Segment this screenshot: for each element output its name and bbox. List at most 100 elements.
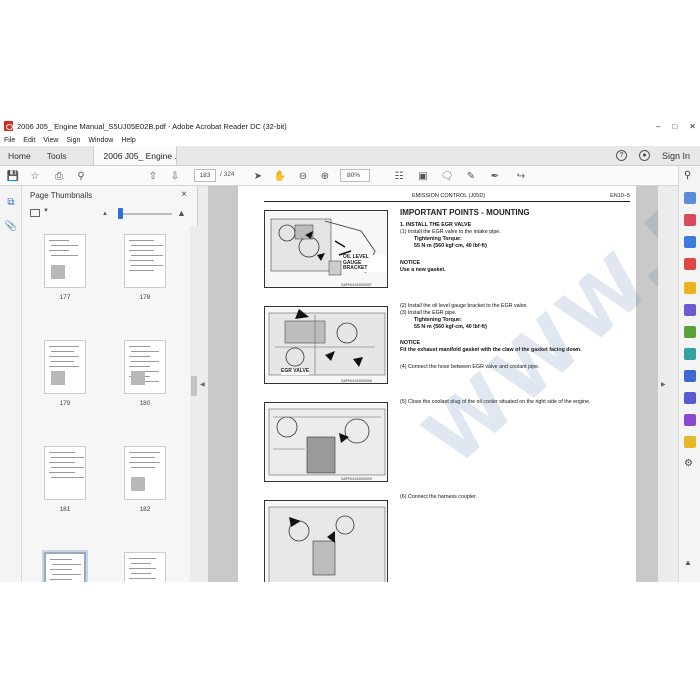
zoom-level-input[interactable]: 80% xyxy=(340,169,370,182)
page-thumbnail[interactable] xyxy=(124,446,166,500)
page-thumbnail[interactable] xyxy=(44,340,86,394)
more-tools-icon[interactable]: ⚙ xyxy=(684,458,696,470)
fit-page-icon[interactable]: ▣ xyxy=(416,169,430,183)
page-thumbnail-label: 179 xyxy=(59,400,71,407)
previous-page-icon[interactable]: ⇧ xyxy=(146,169,160,183)
page-thumbnails-panel: Page Thumbnails × ▼ ▲ ▲ 177 178 179 180 181 1… xyxy=(22,186,198,582)
attachments-paperclip-icon[interactable]: 📎 xyxy=(5,220,17,232)
zoom-tool-icon[interactable] xyxy=(684,192,696,204)
egr-valve-label: EGR VALVE xyxy=(281,368,310,375)
share-icon[interactable]: ↪ xyxy=(514,169,528,183)
page-thumbnail[interactable] xyxy=(44,446,86,500)
thumbnail-options-icon[interactable] xyxy=(30,209,40,217)
minimize-icon[interactable]: – xyxy=(656,122,660,131)
notice-1-text: Use a new gasket. xyxy=(400,266,446,273)
page-thumbnail[interactable] xyxy=(44,234,86,288)
panel-title: Page Thumbnails xyxy=(30,190,93,200)
page-thumbnail-label: 177 xyxy=(59,294,71,301)
chevron-down-icon[interactable]: ▼ xyxy=(43,208,49,214)
search-tools-icon[interactable]: ⚲ xyxy=(684,170,696,182)
page-thumbnail-label: 178 xyxy=(139,294,151,301)
engine-figure-3: SAPH01103000009 xyxy=(264,402,388,482)
search-icon[interactable]: ⚲ xyxy=(74,169,88,183)
notice-block-2: NOTICE Fit the exhaust manifold gasket w… xyxy=(400,340,630,354)
acrobat-logo-icon xyxy=(4,121,13,131)
scan-ocr-icon[interactable] xyxy=(684,348,696,360)
fill-sign-icon[interactable] xyxy=(684,370,696,382)
engine-figure-4 xyxy=(264,500,388,582)
comment-tool-icon[interactable] xyxy=(684,282,696,294)
menu-help[interactable]: Help xyxy=(121,137,135,144)
page-thumbnail[interactable] xyxy=(124,552,166,582)
torque-value-1: 55 N·m {560 kgf·cm, 40 lbf·ft} xyxy=(414,242,488,249)
left-navigation-rail: ⧉ 📎 xyxy=(0,186,22,582)
tab-document[interactable]: 2006 J05_ Engine ... × xyxy=(92,146,177,165)
zoom-in-icon[interactable]: ⊕ xyxy=(318,169,332,183)
large-thumbnails-icon[interactable]: ▲ xyxy=(177,208,186,218)
engine-figure-2: EGR VALVE SAPH01103000008 xyxy=(264,306,388,384)
thumbnail-size-slider[interactable] xyxy=(118,213,172,215)
comment-icon[interactable]: 🗨 xyxy=(440,169,454,183)
zoom-out-icon[interactable]: ⊖ xyxy=(296,169,310,183)
send-for-comments-icon[interactable] xyxy=(684,436,696,448)
export-pdf-icon[interactable] xyxy=(684,214,696,226)
small-thumbnails-icon[interactable]: ▲ xyxy=(102,211,108,217)
title-bar: 2006 J05_ Engine Manual_S5UJ05E02B.pdf -… xyxy=(0,118,700,134)
notice-block-1: NOTICE Use a new gasket. xyxy=(400,260,630,274)
document-view[interactable]: EMISSION CONTROL (J05D) EN10–5 OIL LEVEL… xyxy=(208,186,658,582)
step-6-text: (6) Connect the harness coupler. xyxy=(400,494,477,500)
panel-collapse-splitter[interactable]: ◀ xyxy=(198,186,208,582)
page-thumbnail[interactable] xyxy=(42,550,88,582)
page-thumbnail[interactable] xyxy=(124,234,166,288)
sign-in-link[interactable]: Sign In xyxy=(662,151,690,161)
menu-bar: File Edit View Sign Window Help xyxy=(0,134,700,146)
expand-right-icon[interactable]: ▶ xyxy=(661,381,666,388)
page-thumbnail[interactable] xyxy=(124,340,166,394)
help-icon[interactable]: ? xyxy=(615,150,627,161)
create-pdf-icon[interactable] xyxy=(684,236,696,248)
save-icon[interactable]: 💾 xyxy=(6,169,20,183)
right-pane-splitter[interactable]: ▶ xyxy=(658,186,678,582)
tab-home[interactable]: Home xyxy=(0,146,39,165)
page-layout-icon[interactable]: ☷ xyxy=(392,169,406,183)
engine-diagram-4 xyxy=(268,506,386,582)
menu-sign[interactable]: Sign xyxy=(66,137,80,144)
menu-window[interactable]: Window xyxy=(88,137,113,144)
print-icon[interactable]: ⎙ xyxy=(52,169,66,183)
next-page-icon[interactable]: ⇩ xyxy=(168,169,182,183)
menu-file[interactable]: File xyxy=(4,137,15,144)
slider-handle[interactable] xyxy=(118,208,123,219)
tab-document-label: 2006 J05_ Engine ... xyxy=(103,150,177,161)
close-window-icon[interactable]: ✕ xyxy=(689,122,696,131)
panel-close-icon[interactable]: × xyxy=(181,189,187,200)
bookmark-star-icon[interactable]: ☆ xyxy=(28,169,42,183)
highlight-pen-icon[interactable]: ✎ xyxy=(464,169,478,183)
notifications-bell-icon[interactable]: ● xyxy=(638,150,650,161)
step-5-text: (5) Close the coolant plug of the oil co… xyxy=(400,399,591,405)
menu-view[interactable]: View xyxy=(43,137,58,144)
account-controls: ? ● Sign In xyxy=(615,146,700,165)
step-1-2-text: (2) Install the oil level gauge bracket … xyxy=(400,303,528,309)
main-toolbar: 💾 ☆ ⎙ ⚲ ⇧ ⇩ 183 / 324 ➤ ✋ ⊖ ⊕ 80% ☷ ▣ 🗨 … xyxy=(0,166,700,186)
tab-tools[interactable]: Tools xyxy=(39,146,75,165)
edit-pdf-icon[interactable] xyxy=(684,258,696,270)
torque-label-1: Tightening Torque: xyxy=(414,235,462,242)
collapse-rail-icon[interactable]: ▲ xyxy=(684,558,696,570)
panel-scrollbar[interactable] xyxy=(190,226,198,582)
step-1-block: 1. INSTALL THE EGR VALVE (1) Install the… xyxy=(400,222,630,250)
hand-tool-icon[interactable]: ✋ xyxy=(273,169,287,183)
combine-files-icon[interactable] xyxy=(684,304,696,316)
step-1-3-text: (3) Install the EGR pipe. xyxy=(400,309,457,316)
page-thumbnails-icon[interactable]: ⧉ xyxy=(5,196,17,208)
page-number-input[interactable]: 183 xyxy=(194,169,216,182)
collapse-left-icon[interactable]: ◀ xyxy=(200,381,205,388)
protect-icon[interactable] xyxy=(684,392,696,404)
sign-icon[interactable]: ✒ xyxy=(488,169,502,183)
send-for-signature-icon[interactable] xyxy=(684,414,696,426)
menu-edit[interactable]: Edit xyxy=(23,137,35,144)
select-cursor-icon[interactable]: ➤ xyxy=(251,169,265,183)
organize-pages-icon[interactable] xyxy=(684,326,696,338)
acrobat-window: 2006 J05_ Engine Manual_S5UJ05E02B.pdf -… xyxy=(0,118,700,582)
maximize-icon[interactable]: □ xyxy=(672,122,677,131)
thumbnail-options-bar: ▼ ▲ ▲ xyxy=(22,204,197,222)
